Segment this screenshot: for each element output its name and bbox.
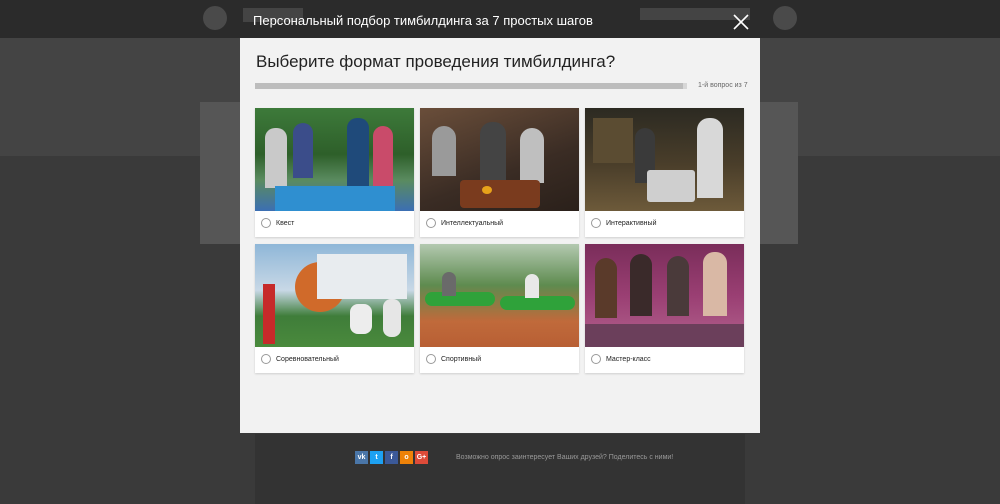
share-odnoklassniki-icon[interactable]: o [400,451,413,464]
close-icon[interactable] [731,12,751,32]
option-label: Мастер-класс [606,355,651,363]
radio-icon[interactable] [426,354,436,364]
radio-icon[interactable] [591,218,601,228]
modal-title: Персональный подбор тимбилдинга за 7 про… [253,13,593,28]
option-photo-competitive [255,244,414,347]
option-photo-quest [255,108,414,211]
progress-bar [255,83,687,89]
option-label: Спортивный [441,355,482,363]
option-photo-masterclass [585,244,744,347]
option-label: Соревновательный [276,355,339,363]
background-lower [255,434,745,504]
progress-fill [255,83,683,89]
option-card-interactive[interactable]: Интерактивный [585,108,744,237]
radio-icon[interactable] [261,354,271,364]
option-label: Интеллектуальный [441,219,504,227]
share-text: Возможно опрос заинтересует Ваших друзей… [456,454,674,461]
radio-icon[interactable] [591,354,601,364]
option-card-intellectual[interactable]: Интеллектуальный [420,108,579,237]
option-card-masterclass[interactable]: Мастер-класс [585,244,744,373]
radio-icon[interactable] [261,218,271,228]
share-facebook-icon[interactable]: f [385,451,398,464]
share-google-plus-icon[interactable]: G+ [415,451,428,464]
progress-label: 1-й вопрос из 7 [698,82,748,89]
radio-icon[interactable] [426,218,436,228]
callback-icon [773,6,797,30]
option-card-sport[interactable]: Спортивный [420,244,579,373]
question-title: Выберите формат проведения тимбилдинга? [256,52,616,71]
share-buttons: vk t f o G+ [355,451,428,464]
option-card-quest[interactable]: Квест [255,108,414,237]
option-label: Квест [276,219,295,227]
option-photo-sport [420,244,579,347]
share-twitter-icon[interactable]: t [370,451,383,464]
option-photo-intellectual [420,108,579,211]
option-label: Интерактивный [606,219,657,227]
quiz-modal: Выберите формат проведения тимбилдинга? … [240,38,760,433]
option-card-competitive[interactable]: Соревновательный [255,244,414,373]
menu-icon [203,6,227,30]
option-photo-interactive [585,108,744,211]
share-vk-icon[interactable]: vk [355,451,368,464]
